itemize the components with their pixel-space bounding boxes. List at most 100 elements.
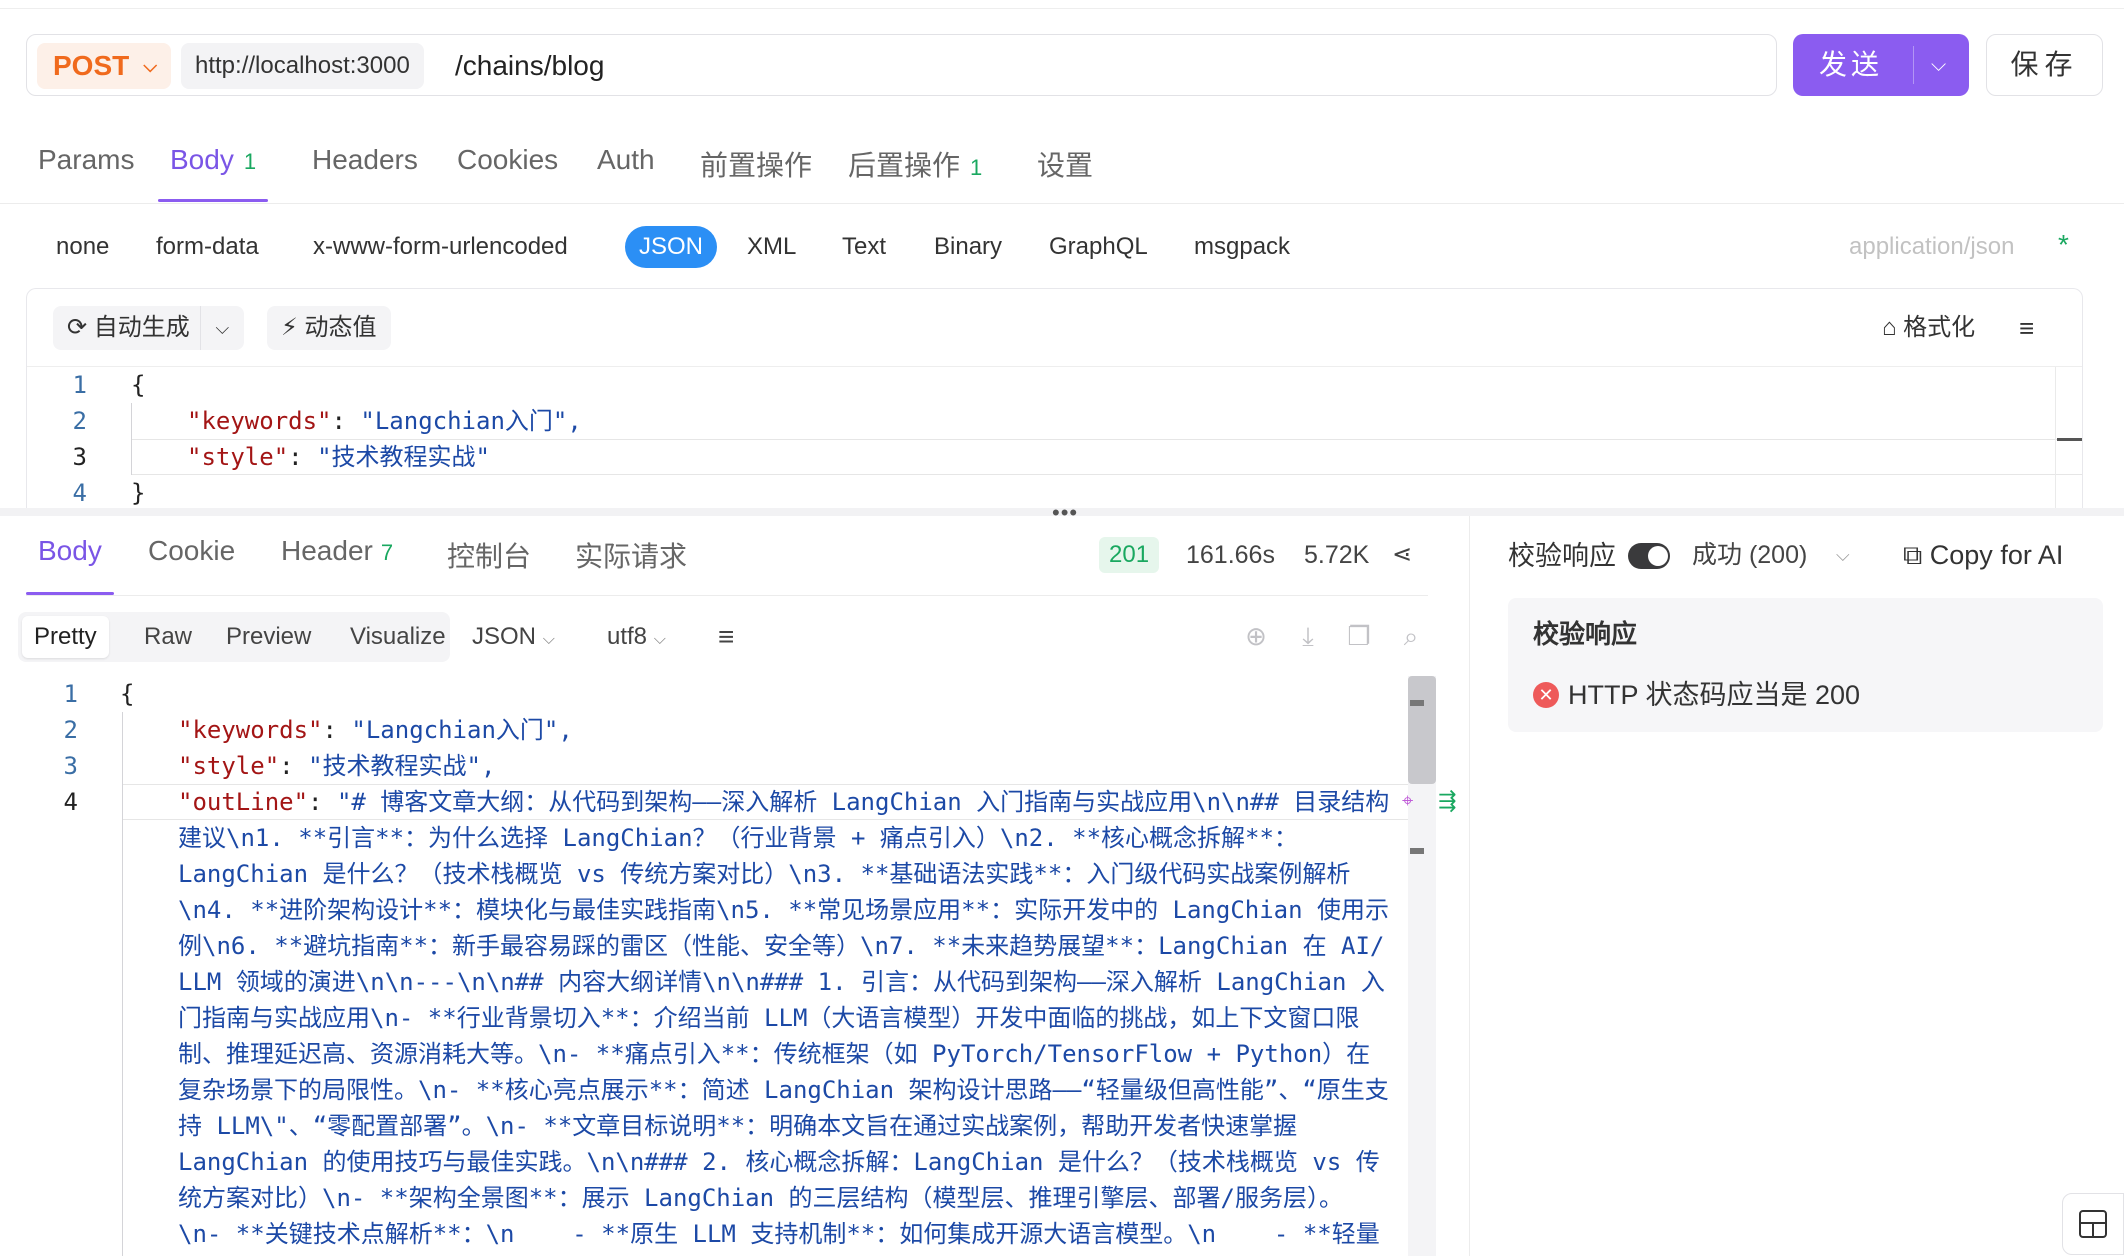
wrap-lines-icon[interactable]: ≡ xyxy=(2019,306,2034,350)
url-bar[interactable]: POST ⌵ http://localhost:3000 /chains/blo… xyxy=(26,34,1777,96)
search-icon[interactable]: ⌕ xyxy=(1395,620,1427,652)
layout-toggle-button[interactable] xyxy=(2062,1193,2124,1255)
magic-wand-icon: ⚡ xyxy=(281,314,305,341)
active-tab-underline xyxy=(158,199,269,202)
indent-guide xyxy=(122,712,123,1256)
send-options-chevron-icon[interactable]: ⌵ xyxy=(1931,34,1946,96)
tab-settings[interactable]: 设置 xyxy=(1037,144,1093,202)
resp-tab-body[interactable]: Body xyxy=(26,535,114,595)
json-key: "keywords" xyxy=(187,407,332,435)
body-type-text[interactable]: Text xyxy=(842,226,886,268)
method-label: POST xyxy=(53,50,130,81)
json-key: "keywords" xyxy=(178,716,323,744)
body-type-none[interactable]: none xyxy=(56,226,109,268)
required-asterisk-icon: * xyxy=(2058,229,2069,260)
chevron-down-icon: ⌵ xyxy=(143,56,157,76)
body-type-binary[interactable]: Binary xyxy=(934,226,1002,268)
resp-tab-header[interactable]: Header 7 xyxy=(281,535,393,595)
response-body-code[interactable]: 1 { 2 "keywords": "Langchian入门", 3 "styl… xyxy=(0,676,1410,1256)
body-type-msgpack[interactable]: msgpack xyxy=(1194,226,1290,268)
tab-body[interactable]: Body 1 xyxy=(158,144,269,202)
tab-auth[interactable]: Auth xyxy=(597,144,655,202)
tab-pre-processors[interactable]: 前置操作 xyxy=(700,144,812,202)
json-key: "style" xyxy=(178,752,280,780)
auto-generate-chevron-icon[interactable]: ⌵ xyxy=(199,306,244,350)
error-icon: ✕ xyxy=(1533,682,1559,708)
response-time: 161.66s xyxy=(1186,541,1275,569)
view-visualize[interactable]: Visualize xyxy=(338,616,458,658)
chevron-down-icon: ⌵ xyxy=(542,631,555,648)
upload-icon[interactable]: ⊕ xyxy=(1240,620,1272,652)
share-icon[interactable]: ⋖ xyxy=(1392,535,1412,575)
scrollbar-marker xyxy=(2057,438,2082,441)
format-icon: ⌂ xyxy=(1882,314,1904,341)
save-button[interactable]: 保存 xyxy=(1986,34,2103,96)
wrap-lines-icon[interactable]: ≡ xyxy=(718,612,734,662)
validation-error-text: HTTP 状态码应当是 200 xyxy=(1568,680,1861,710)
content-type-label: application/json xyxy=(1849,233,2015,260)
body-type-xml[interactable]: XML xyxy=(747,226,796,268)
json-key: "style" xyxy=(187,443,289,471)
json-value: "Langchian入门", xyxy=(360,407,582,435)
copy-ai-icon: ⧉ xyxy=(1903,540,1930,570)
tab-params[interactable]: Params xyxy=(38,144,134,202)
body-type-form-data[interactable]: form-data xyxy=(156,226,259,268)
chevron-down-icon[interactable]: ⌵ xyxy=(1836,535,1850,575)
json-value: "技术教程实战" xyxy=(317,443,490,471)
json-key: "outLine" xyxy=(178,788,309,816)
path-input[interactable]: /chains/blog xyxy=(455,35,604,97)
resp-tab-cookie[interactable]: Cookie xyxy=(148,535,235,595)
dynamic-value-button[interactable]: ⚡ 动态值 xyxy=(267,306,391,350)
editor-scrollbar[interactable] xyxy=(2055,367,2056,508)
ai-action-icon[interactable]: ⌖ xyxy=(1402,790,1413,813)
encoding-select[interactable]: utf8 ⌵ xyxy=(607,612,666,665)
request-tabs: Params Body 1 Headers Cookies Auth 前置操作 后… xyxy=(0,130,2124,204)
base-url-chip[interactable]: http://localhost:3000 xyxy=(181,43,424,89)
layout-icon xyxy=(2079,1210,2107,1238)
tab-badge: 7 xyxy=(380,540,394,565)
editor-toolbar: ⟳ 自动生成 ⌵ ⚡ 动态值 ⌂ 格式化 ≡ xyxy=(27,289,2082,367)
view-mode-segment: Pretty Raw Preview Visualize xyxy=(18,612,450,662)
json-value: "# 博客文章大纲：从代码到架构——深入解析 LangChian 入门指南与实战… xyxy=(336,788,1390,816)
drag-dots-icon[interactable]: ••• xyxy=(1052,500,1078,526)
view-preview[interactable]: Preview xyxy=(214,616,323,658)
tab-badge: 1 xyxy=(243,149,257,174)
copy-for-ai-button[interactable]: ⧉ Copy for AI xyxy=(1903,535,2063,575)
send-button[interactable]: 发送 ⌵ xyxy=(1793,34,1969,96)
resp-tab-actual-request[interactable]: 实际请求 xyxy=(575,535,687,595)
request-body-editor[interactable]: ⟳ 自动生成 ⌵ ⚡ 动态值 ⌂ 格式化 ≡ 1 { 2 "keywords":… xyxy=(26,288,2083,508)
auto-generate-button[interactable]: ⟳ 自动生成 ⌵ xyxy=(53,306,244,350)
tab-post-processors[interactable]: 后置操作 1 xyxy=(848,144,982,202)
send-label: 发送 xyxy=(1819,49,1884,80)
format-select[interactable]: JSON ⌵ xyxy=(472,612,555,665)
body-type-graphql[interactable]: GraphQL xyxy=(1049,226,1148,268)
view-pretty[interactable]: Pretty xyxy=(22,616,109,658)
status-code-badge: 201 xyxy=(1099,537,1160,573)
body-type-json[interactable]: JSON xyxy=(625,226,718,268)
body-type-urlencoded[interactable]: x-www-form-urlencoded xyxy=(313,226,568,268)
chevron-down-icon: ⌵ xyxy=(653,631,666,648)
fold-icon[interactable]: ⇶ xyxy=(1438,788,1456,814)
view-raw[interactable]: Raw xyxy=(132,616,204,658)
refresh-icon: ⟳ xyxy=(67,314,94,341)
validation-result-select[interactable]: 成功 (200) xyxy=(1692,535,1807,575)
validate-response-toggle[interactable] xyxy=(1628,543,1670,569)
download-icon[interactable]: ⤓ xyxy=(1292,620,1324,652)
tab-cookies[interactable]: Cookies xyxy=(457,144,558,202)
copy-icon[interactable]: ❐ xyxy=(1343,620,1375,652)
json-value: "技术教程实战", xyxy=(308,752,496,780)
request-body-code[interactable]: 1 { 2 "keywords": "Langchian入门", 3 "styl… xyxy=(27,367,2027,508)
send-separator xyxy=(1913,46,1914,84)
tab-headers[interactable]: Headers xyxy=(312,144,418,202)
json-value: "Langchian入门", xyxy=(351,716,573,744)
scrollbar-thumb[interactable] xyxy=(1408,676,1436,784)
panel-divider xyxy=(1469,516,1470,1256)
resp-tab-console[interactable]: 控制台 xyxy=(447,535,531,595)
method-select[interactable]: POST ⌵ xyxy=(37,43,171,89)
toggle-knob xyxy=(1648,546,1668,566)
validation-box-title: 校验响应 xyxy=(1533,619,1638,649)
response-scrollbar[interactable] xyxy=(1408,676,1436,1256)
format-button[interactable]: ⌂ 格式化 xyxy=(1882,306,1975,350)
resp-tabs-divider xyxy=(26,595,1428,596)
scrollbar-marker xyxy=(1410,848,1424,854)
